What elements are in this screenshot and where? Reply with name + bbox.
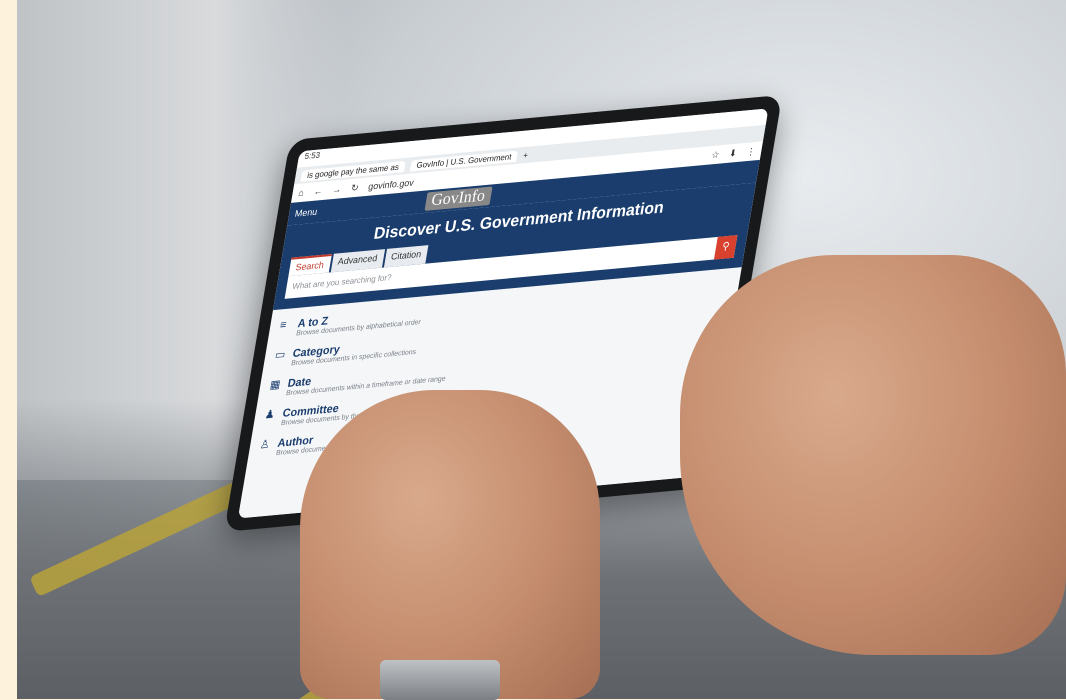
committee-icon: ♟ — [263, 408, 276, 422]
right-hand — [680, 255, 1066, 655]
site-logo[interactable]: GovInfo — [423, 186, 493, 211]
search-icon: ⚲ — [721, 240, 731, 253]
author-icon: ♙ — [258, 438, 271, 452]
left-hand — [300, 390, 600, 699]
bookmark-icon[interactable]: ☆ — [711, 149, 721, 161]
home-icon[interactable]: ⌂ — [298, 187, 305, 198]
category-icon: ▭ — [273, 348, 287, 362]
wristwatch — [380, 660, 500, 700]
a-to-z-icon: ≡ — [279, 318, 288, 332]
new-tab-icon[interactable]: + — [523, 150, 529, 160]
more-icon[interactable]: ⋮ — [746, 145, 757, 157]
forward-icon[interactable]: → — [332, 184, 343, 195]
status-time: 5:53 — [303, 150, 321, 162]
calendar-icon: ▦ — [268, 378, 282, 392]
reload-icon[interactable]: ↻ — [350, 182, 359, 194]
back-icon[interactable]: ← — [313, 186, 324, 197]
search-button[interactable]: ⚲ — [713, 235, 738, 260]
menu-button[interactable]: Menu — [294, 206, 318, 218]
download-icon[interactable]: ⬇ — [728, 147, 738, 159]
